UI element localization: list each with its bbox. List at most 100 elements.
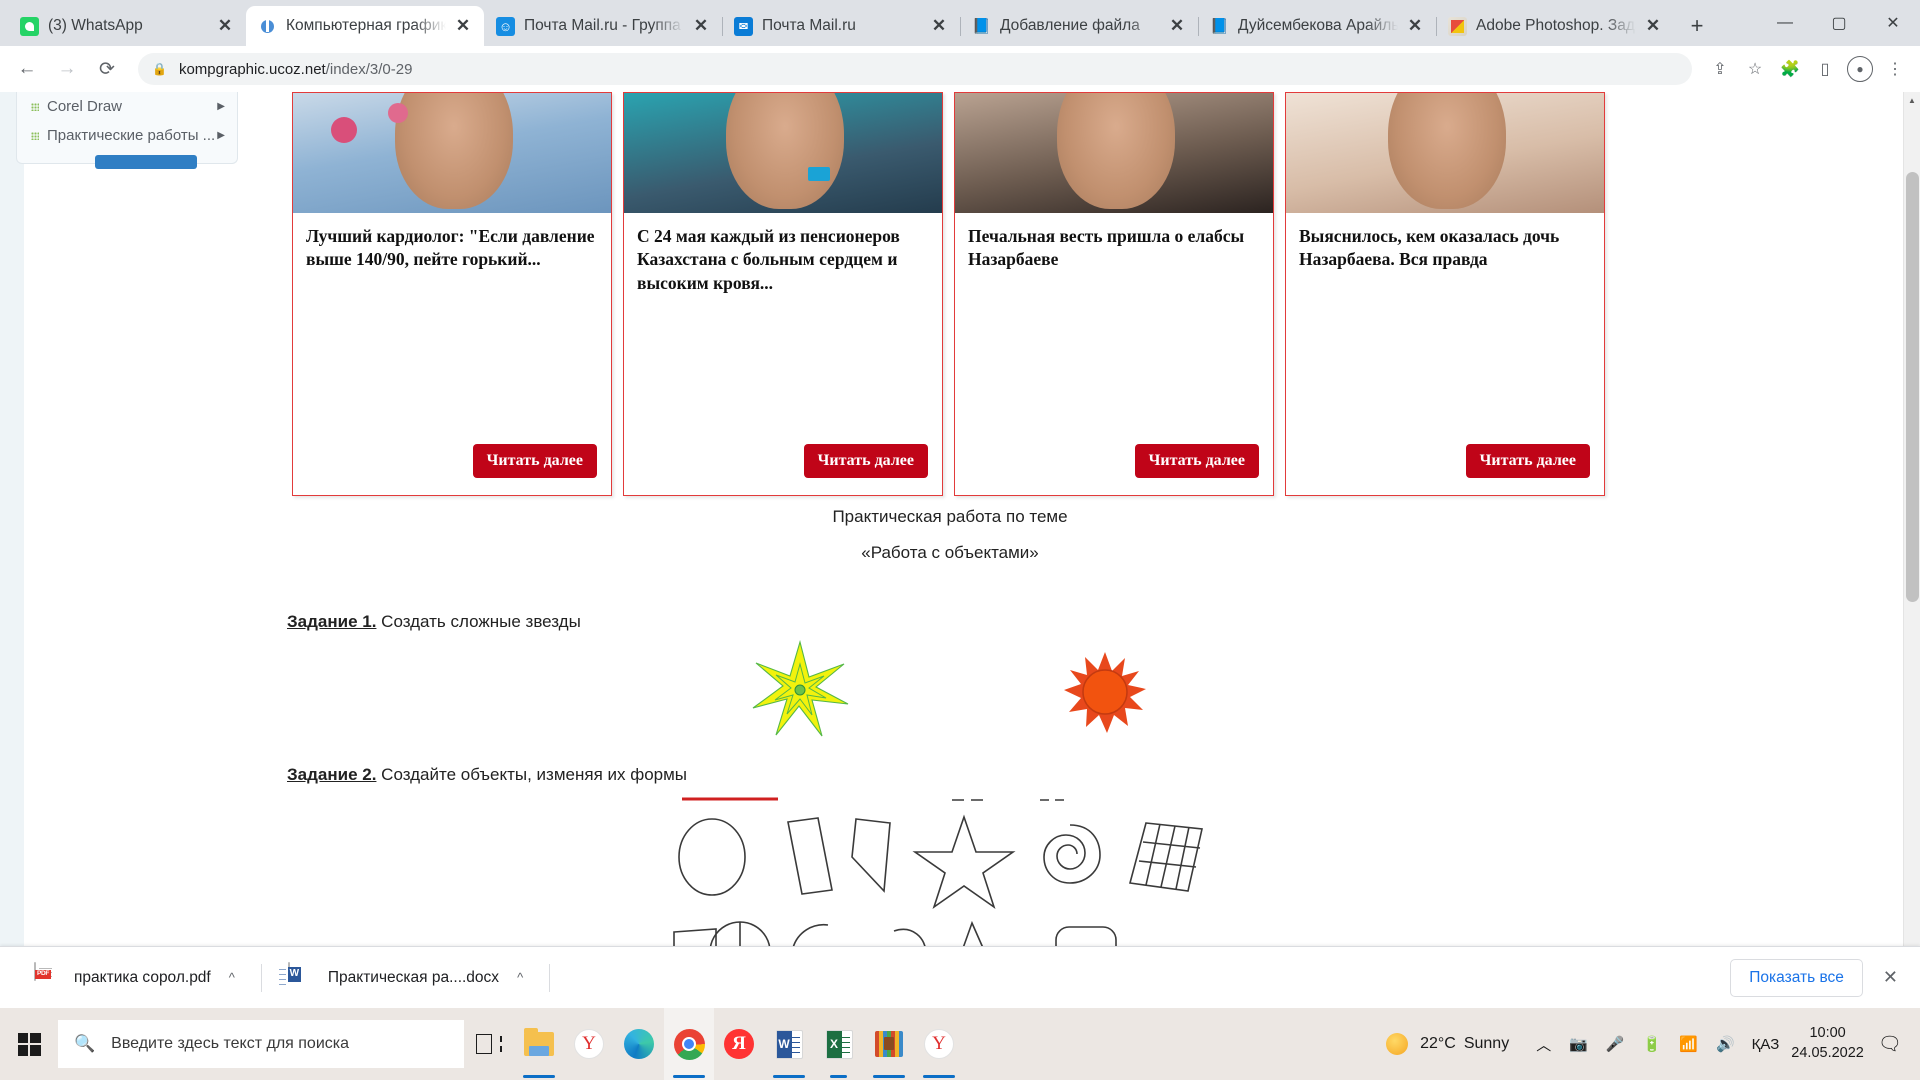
photoshop-icon (1448, 16, 1467, 36)
chevron-up-icon[interactable]: ^ (517, 970, 523, 985)
tab-whatsapp[interactable]: (3) WhatsApp ✕ (8, 6, 247, 46)
sidebar-item-corel-draw[interactable]: Corel Draw ▶ (17, 92, 237, 121)
clock-widget[interactable]: 10:00 24.05.2022 (1791, 1024, 1864, 1063)
windows-start-icon[interactable] (0, 1008, 58, 1080)
extensions-puzzle-icon[interactable]: 🧩 (1775, 54, 1805, 84)
news-button-wrap: Читать далее (955, 444, 1273, 495)
tab-mailru-group[interactable]: Почта Mail.ru - Группа ✕ (484, 6, 723, 46)
tab-close-icon[interactable]: ✕ (1166, 15, 1188, 37)
tab-mailru[interactable]: Почта Mail.ru ✕ (722, 6, 961, 46)
share-icon[interactable]: ⇪ (1705, 54, 1735, 84)
tab-title: Почта Mail.ru (762, 17, 856, 34)
sidepanel-icon[interactable]: ▯ (1810, 54, 1840, 84)
thumbnail-detail (331, 117, 358, 143)
read-more-button[interactable]: Читать далее (472, 444, 597, 478)
vertical-scrollbar[interactable]: ▲ ▼ (1903, 92, 1920, 972)
news-card[interactable]: Лучший кардиолог: "Если давление выше 14… (292, 92, 612, 496)
tab-close-icon[interactable]: ✕ (1642, 15, 1664, 37)
weather-widget[interactable]: 22°C Sunny (1386, 1033, 1509, 1055)
tab-close-icon[interactable]: ✕ (214, 15, 236, 37)
clock-time: 10:00 (1809, 1025, 1846, 1042)
task-2-label: Задание 2. (287, 765, 377, 784)
tab-close-icon[interactable]: ✕ (928, 15, 950, 37)
winrar-icon[interactable] (864, 1008, 914, 1080)
chevron-up-icon[interactable]: ^ (229, 970, 235, 985)
chevron-up-icon[interactable]: ︿ (1536, 1034, 1551, 1055)
thumbnail-face (725, 93, 844, 210)
back-button[interactable]: ← (10, 52, 44, 86)
page-left-rail (0, 92, 24, 972)
read-more-button[interactable]: Читать далее (1465, 444, 1590, 478)
notification-icon[interactable]: 🗨 (1878, 1032, 1902, 1056)
lock-icon: 🔒 (152, 62, 167, 76)
language-indicator[interactable]: ҚАЗ (1752, 1036, 1780, 1053)
weather-condition: Sunny (1463, 1035, 1510, 1052)
bullet-icon (31, 102, 39, 111)
address-bar[interactable]: 🔒 kompgraphic.ucoz.net/index/3/0-29 (138, 53, 1692, 85)
tab-file-upload[interactable]: Добавление файла ✕ (960, 6, 1199, 46)
sidebar-blue-button[interactable] (95, 155, 197, 169)
mailru-icon (496, 16, 515, 36)
show-all-downloads-button[interactable]: Показать все (1730, 958, 1863, 997)
weather-temperature: 22°C (1420, 1035, 1456, 1052)
bookmark-star-icon[interactable]: ☆ (1740, 54, 1770, 84)
volume-icon[interactable]: 🔊 (1716, 1035, 1735, 1053)
profile-avatar-icon[interactable]: ● (1845, 54, 1875, 84)
tab-close-icon[interactable]: ✕ (452, 15, 474, 37)
task-view-icon[interactable] (464, 1008, 514, 1080)
read-more-button[interactable]: Читать далее (1134, 444, 1259, 478)
microsoft-edge-icon[interactable] (614, 1008, 664, 1080)
maximize-button[interactable]: ▢ (1812, 0, 1866, 46)
tab-title: Добавление файла (1000, 17, 1140, 34)
whatsapp-icon (20, 16, 39, 36)
close-downloads-bar-icon[interactable]: ✕ (1883, 967, 1898, 988)
star-figure-orange (1055, 647, 1155, 737)
news-card[interactable]: Выяснилось, кем оказалась дочь Назарбаев… (1285, 92, 1605, 496)
download-item-docx[interactable]: Практическая ра....docx ^ (276, 957, 535, 999)
tab-title: Дуйсембекова Арайлым (1238, 17, 1398, 34)
taskbar-search-input[interactable]: 🔍 Введите здесь текст для поиска (58, 1020, 464, 1068)
reload-button[interactable]: ⟳ (90, 52, 124, 86)
menu-kebab-icon[interactable]: ⋮ (1880, 54, 1910, 84)
news-card[interactable]: С 24 мая каждый из пенсионеров Казахстан… (623, 92, 943, 496)
book-icon (1210, 17, 1229, 36)
scrollbar-thumb[interactable] (1906, 172, 1919, 602)
system-tray: 22°C Sunny ︿ 📷 🎤 🔋 📶 🔊 ҚАЗ 10:00 24.05.2… (1386, 1024, 1920, 1063)
microphone-icon[interactable]: 🎤 (1606, 1035, 1625, 1053)
thumbnail-detail (808, 167, 831, 182)
scroll-up-icon[interactable]: ▲ (1904, 92, 1920, 109)
bullet-icon (31, 131, 39, 140)
news-title: С 24 мая каждый из пенсионеров Казахстан… (637, 226, 900, 293)
read-more-button[interactable]: Читать далее (803, 444, 928, 478)
forward-button[interactable]: → (50, 52, 84, 86)
sidebar-item-practical-works[interactable]: Практические работы ... ▶ (17, 121, 237, 150)
clock-date: 24.05.2022 (1791, 1045, 1864, 1061)
tab-duysembekova[interactable]: Дуйсембекова Арайлым ✕ (1198, 6, 1437, 46)
minimize-button[interactable]: — (1758, 0, 1812, 46)
wifi-icon[interactable]: 📶 (1679, 1035, 1698, 1053)
news-button-wrap: Читать далее (1286, 444, 1604, 495)
tab-title: (3) WhatsApp (48, 17, 143, 34)
news-thumbnail (1286, 93, 1604, 213)
battery-icon[interactable]: 🔋 (1643, 1035, 1662, 1053)
microsoft-excel-icon[interactable] (814, 1008, 864, 1080)
google-chrome-icon[interactable] (664, 1008, 714, 1080)
news-thumbnail (293, 93, 611, 213)
news-button-wrap: Читать далее (624, 444, 942, 495)
download-file-name: Практическая ра....docx (327, 968, 500, 986)
close-window-button[interactable]: ✕ (1866, 0, 1920, 46)
news-card[interactable]: Печальная весть пришла о елабсы Назарбае… (954, 92, 1274, 496)
yandex-browser-icon[interactable]: Я (714, 1008, 764, 1080)
yandex-disk-icon[interactable]: Y (914, 1008, 964, 1080)
file-explorer-icon[interactable] (514, 1008, 564, 1080)
thumbnail-face (394, 93, 513, 210)
tab-photoshop[interactable]: Adobe Photoshop. Задание ✕ (1436, 6, 1674, 46)
microsoft-word-icon[interactable] (764, 1008, 814, 1080)
new-tab-button[interactable]: + (1680, 9, 1714, 43)
tab-kompgraphic[interactable]: Компьютерная графика ✕ (246, 6, 484, 46)
tab-close-icon[interactable]: ✕ (1404, 15, 1426, 37)
camera-icon[interactable]: 📷 (1569, 1035, 1588, 1053)
yandex-icon[interactable]: Y (564, 1008, 614, 1080)
download-item-pdf[interactable]: практика соpол.pdf ^ (22, 957, 247, 999)
tab-close-icon[interactable]: ✕ (690, 15, 712, 37)
